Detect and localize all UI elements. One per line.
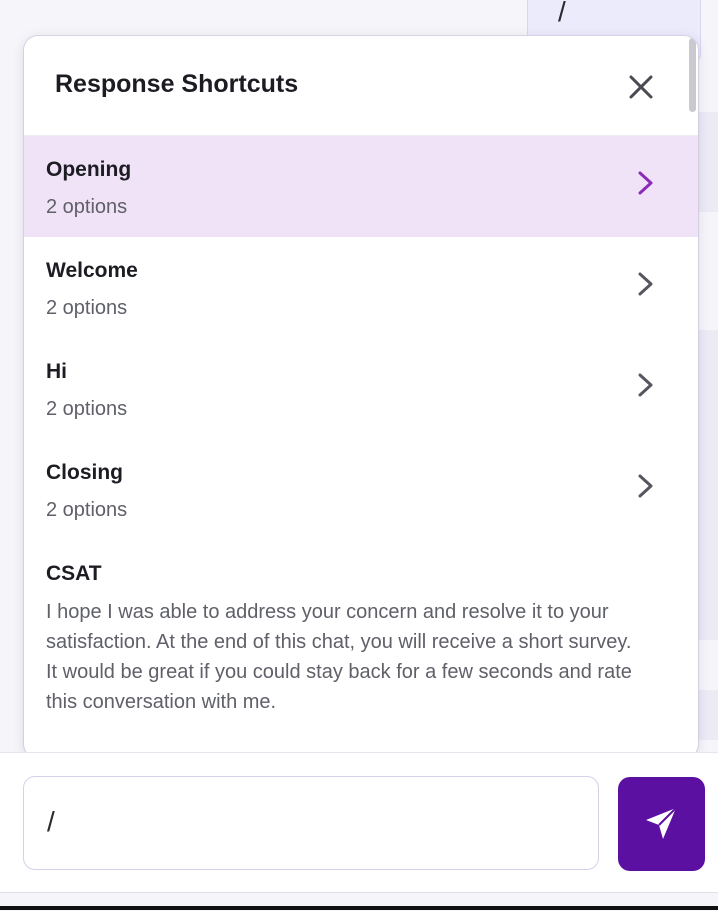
chat-message-text: /: [558, 0, 566, 27]
chevron-right-icon: [638, 373, 653, 397]
chevron-right-icon: [638, 171, 653, 195]
response-shortcuts-popup: Response Shortcuts Opening 2 options Wel…: [24, 36, 698, 758]
shortcut-item-title: Closing: [46, 461, 123, 484]
background-panel-edge: [697, 330, 718, 640]
shortcut-item-subtitle: 2 options: [46, 499, 128, 521]
shortcut-item-closing[interactable]: Closing 2 options: [24, 439, 698, 540]
shortcut-item-csat-title[interactable]: CSAT: [46, 562, 102, 586]
popup-header: Response Shortcuts: [24, 36, 698, 136]
close-icon: [629, 75, 653, 99]
shortcut-item-title: Hi: [46, 360, 67, 383]
shortcut-item-csat-text[interactable]: I hope I was able to address your concer…: [46, 597, 646, 717]
shortcut-item-opening[interactable]: Opening 2 options: [24, 136, 698, 237]
message-input-value[interactable]: /: [47, 806, 55, 838]
shortcut-item-hi[interactable]: Hi 2 options: [24, 338, 698, 439]
background-panel-edge: [697, 690, 718, 740]
shortcut-item-subtitle: 2 options: [46, 196, 128, 218]
window-bottom-edge: [0, 906, 718, 910]
shortcut-list: Opening 2 options Welcome 2 options Hi 2…: [24, 136, 698, 540]
send-icon: [646, 807, 677, 839]
shortcut-item-title: Opening: [46, 158, 132, 181]
shortcut-item-subtitle: 2 options: [46, 297, 128, 319]
chevron-right-icon: [638, 474, 653, 498]
chevron-right-icon: [638, 272, 653, 296]
shortcut-item-title: Welcome: [46, 259, 138, 282]
close-button[interactable]: [624, 70, 658, 104]
scrollbar-thumb[interactable]: [689, 38, 696, 112]
shortcut-item-welcome[interactable]: Welcome 2 options: [24, 237, 698, 338]
popup-title: Response Shortcuts: [55, 70, 299, 98]
message-input[interactable]: [23, 776, 599, 870]
background-panel-edge: [697, 112, 718, 212]
shortcut-item-subtitle: 2 options: [46, 398, 128, 420]
send-button[interactable]: [618, 777, 705, 871]
